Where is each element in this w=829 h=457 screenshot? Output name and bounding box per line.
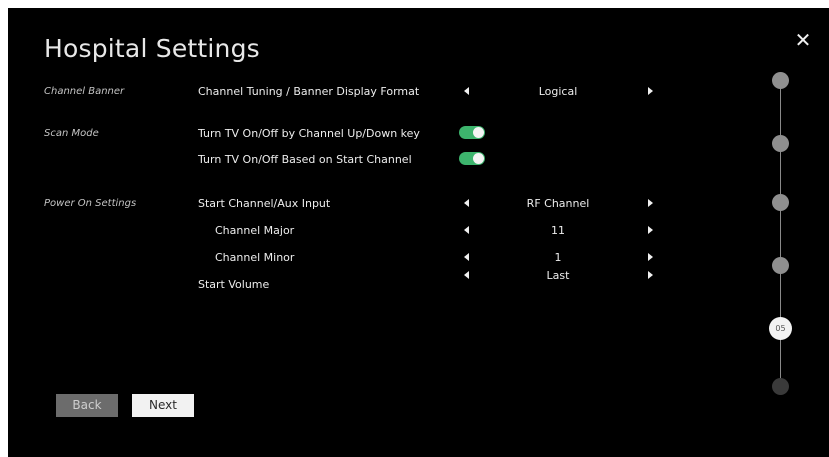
step-06[interactable] <box>772 378 789 395</box>
channel-minor-prev-arrow-icon[interactable] <box>464 253 469 261</box>
page-title: Hospital Settings <box>44 34 260 63</box>
stepper-track <box>780 80 781 388</box>
channel-major-prev-arrow-icon[interactable] <box>464 226 469 234</box>
banner-format-prev-arrow-icon[interactable] <box>464 87 469 95</box>
start-volume-next-arrow-icon[interactable] <box>648 271 653 279</box>
start-channel-label: Start Channel/Aux Input <box>198 197 331 210</box>
channel-minor-value: 1 <box>554 251 562 264</box>
channel-major-next-arrow-icon[interactable] <box>648 226 653 234</box>
next-button[interactable]: Next <box>132 394 194 417</box>
section-label-channel-banner: Channel Banner <box>44 86 125 97</box>
step-03[interactable] <box>772 194 789 211</box>
back-button[interactable]: Back <box>56 394 118 417</box>
section-label-power-on: Power On Settings <box>44 198 137 209</box>
step-current[interactable]: 05 <box>769 317 792 340</box>
hospital-settings-screen: Hospital Settings ✕ Channel Banner Scan … <box>8 8 829 457</box>
banner-format-next-arrow-icon[interactable] <box>648 87 653 95</box>
banner-format-label: Channel Tuning / Banner Display Format <box>198 85 420 98</box>
step-04[interactable] <box>772 257 789 274</box>
section-label-scan-mode: Scan Mode <box>44 128 99 139</box>
channel-major-label: Channel Major <box>215 224 295 237</box>
toggle-knob <box>473 127 484 138</box>
close-icon[interactable]: ✕ <box>791 28 815 52</box>
start-volume-value: Last <box>546 269 570 282</box>
channel-minor-label: Channel Minor <box>215 251 295 264</box>
start-volume-prev-arrow-icon[interactable] <box>464 271 469 279</box>
start-channel-prev-arrow-icon[interactable] <box>464 199 469 207</box>
start-volume-label: Start Volume <box>198 278 270 291</box>
channel-major-value: 11 <box>551 224 565 237</box>
tv-onoff-updown-toggle[interactable] <box>459 126 485 139</box>
tv-onoff-start-toggle[interactable] <box>459 152 485 165</box>
start-channel-next-arrow-icon[interactable] <box>648 199 653 207</box>
tv-onoff-updown-label: Turn TV On/Off by Channel Up/Down key <box>198 127 420 140</box>
step-02[interactable] <box>772 135 789 152</box>
start-channel-value: RF Channel <box>526 197 590 210</box>
tv-onoff-start-label: Turn TV On/Off Based on Start Channel <box>198 153 412 166</box>
toggle-knob <box>473 153 484 164</box>
banner-format-value: Logical <box>538 85 578 98</box>
channel-minor-next-arrow-icon[interactable] <box>648 253 653 261</box>
step-01[interactable] <box>772 72 789 89</box>
